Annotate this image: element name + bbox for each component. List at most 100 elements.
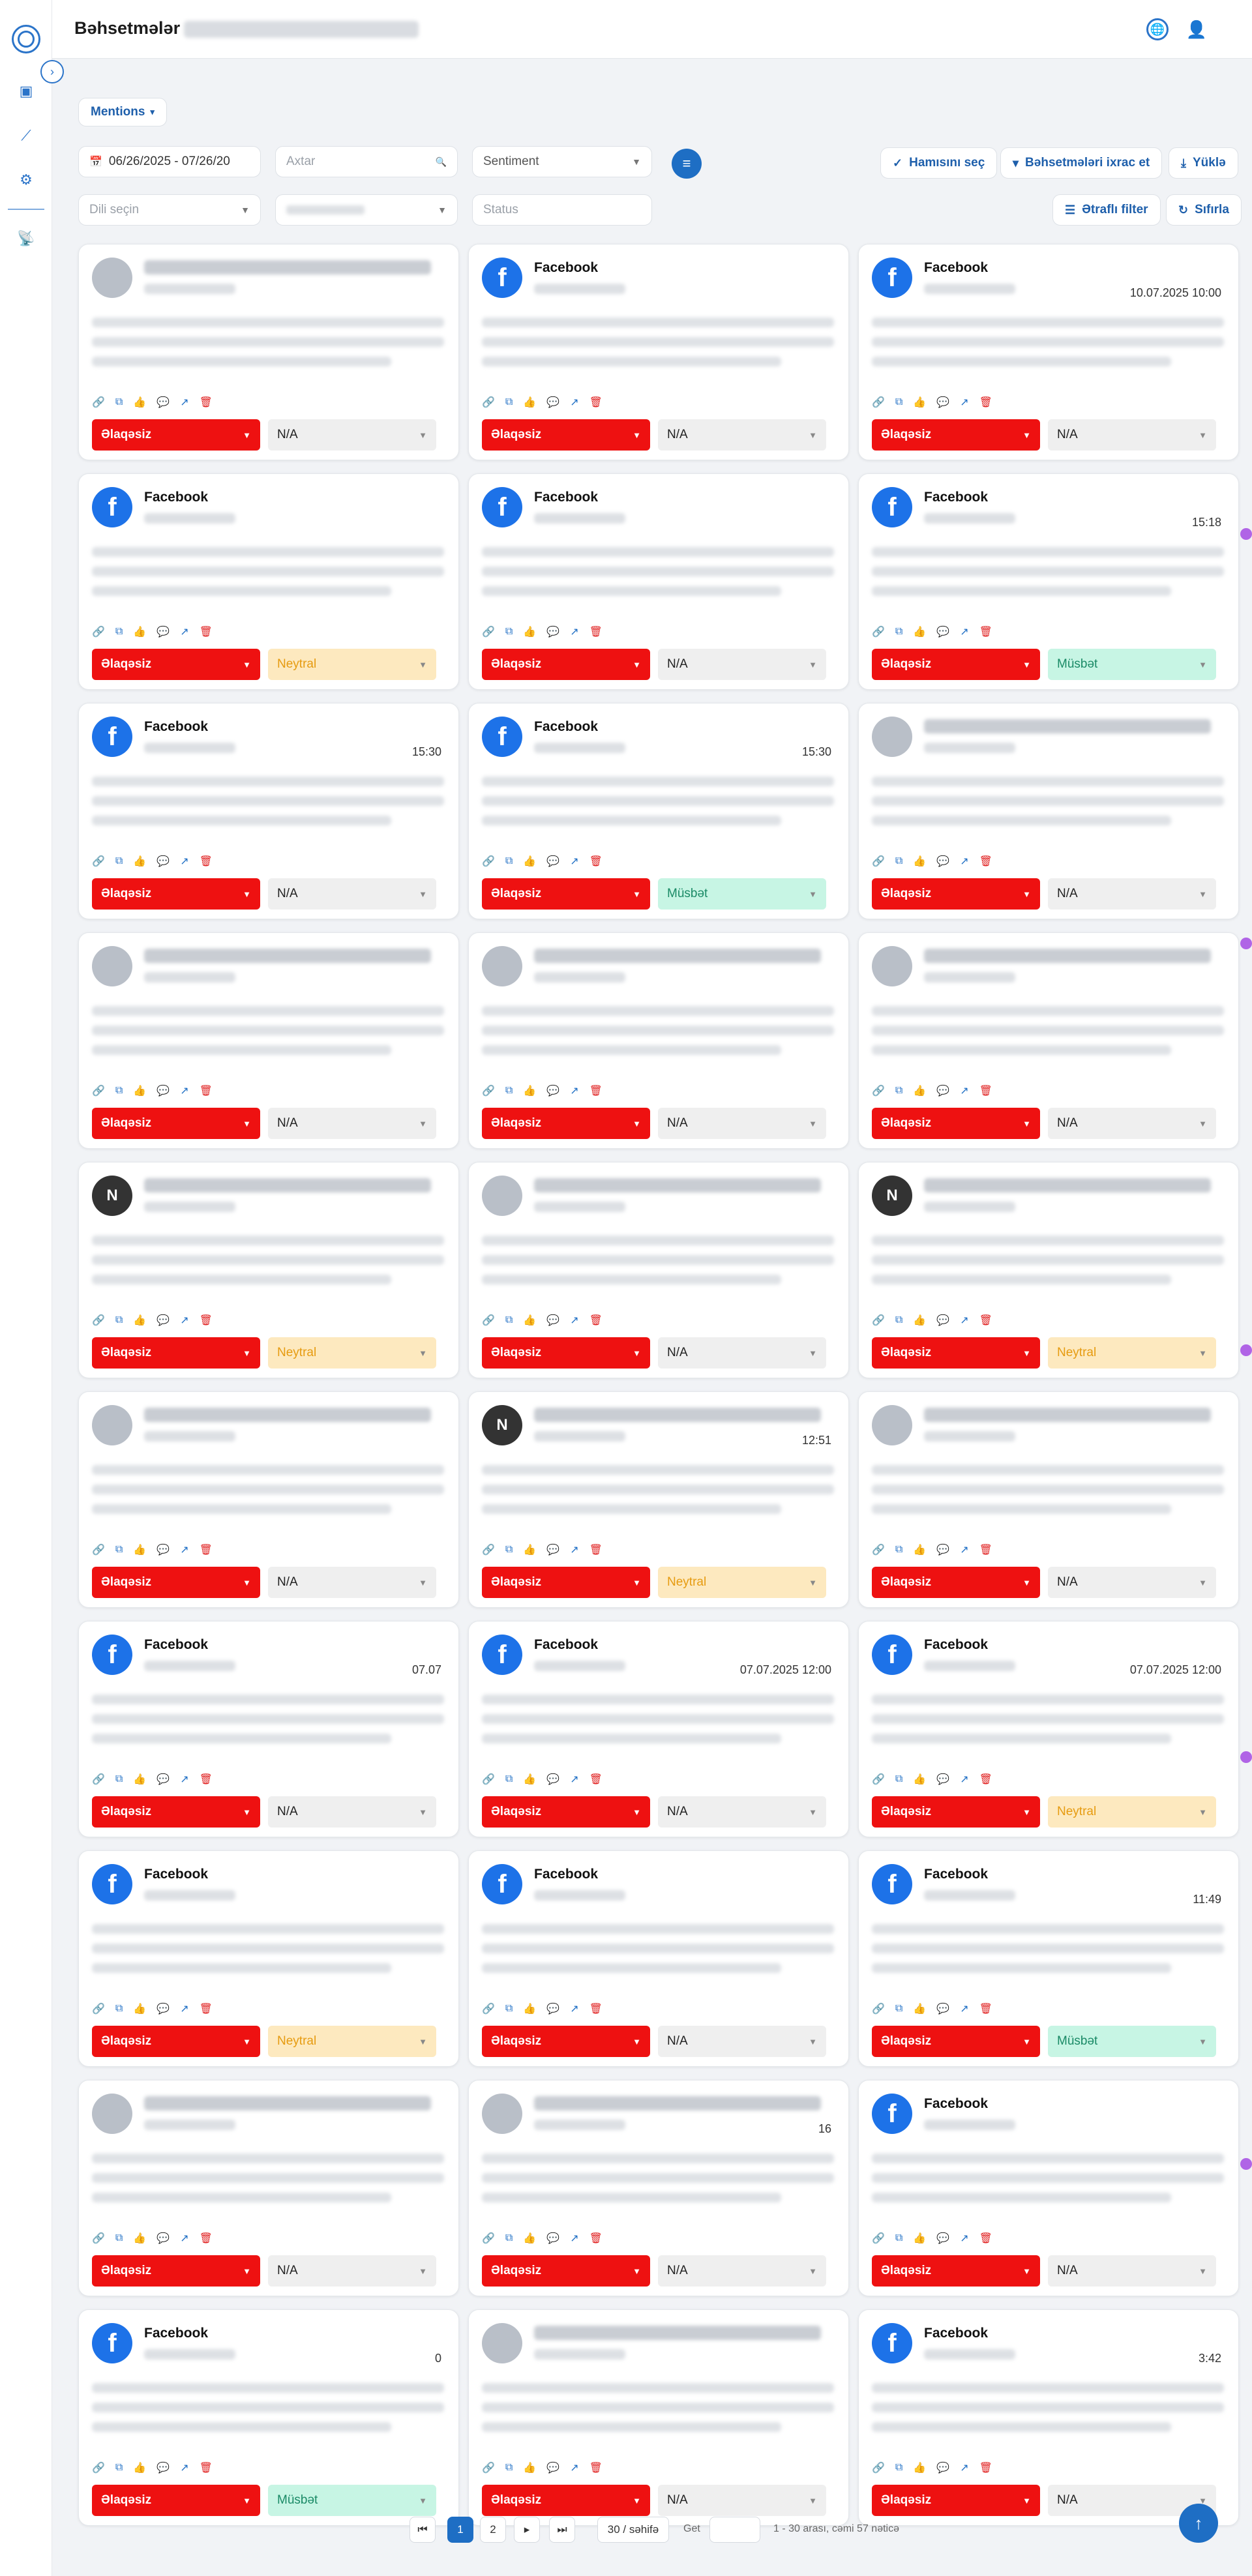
like-icon[interactable]: 👍	[913, 2002, 926, 2015]
comment-icon[interactable]: 💬	[546, 396, 559, 409]
comment-icon[interactable]: 💬	[156, 625, 170, 638]
link-icon[interactable]: 🔗	[92, 1543, 105, 1556]
relevance-select[interactable]: Əlaqəsiz ▼	[872, 878, 1040, 910]
relevance-select[interactable]: Əlaqəsiz ▼	[482, 2026, 650, 2057]
page-1-button[interactable]: 1	[447, 2517, 473, 2543]
sentiment-select[interactable]: N/A ▼	[1048, 878, 1216, 910]
trash-icon[interactable]: 🗑	[979, 1543, 992, 1556]
share-icon[interactable]: ↗	[960, 1314, 968, 1327]
relevance-select[interactable]: Əlaqəsiz ▼	[92, 2255, 260, 2287]
comment-icon[interactable]: 💬	[156, 2232, 170, 2245]
mention-card[interactable]: 🔗 ⧉ 👍 💬 ↗ 🗑 Əlaqəsiz ▼ N/A ▼	[858, 1391, 1239, 1608]
sentiment-select[interactable]: Neytral ▼	[1048, 1796, 1216, 1828]
link-icon[interactable]: 🔗	[482, 2461, 495, 2474]
relevance-select[interactable]: Əlaqəsiz ▼	[482, 1567, 650, 1598]
mentions-dropdown[interactable]: Mentions ▾	[78, 98, 167, 126]
sentiment-select[interactable]: Müsbət ▼	[658, 878, 826, 910]
relevance-select[interactable]: Əlaqəsiz ▼	[482, 649, 650, 680]
comment-icon[interactable]: 💬	[546, 2002, 559, 2015]
like-icon[interactable]: 👍	[523, 1773, 536, 1786]
relevance-select[interactable]: Əlaqəsiz ▼	[872, 1796, 1040, 1828]
trash-icon[interactable]: 🗑	[589, 1543, 603, 1556]
mention-card[interactable]: f Facebook 15:30 🔗 ⧉ 👍 💬 ↗ 🗑 Əlaqəsiz ▼ Müsbət ▼	[468, 703, 849, 919]
relevance-select[interactable]: Əlaqəsiz ▼	[482, 1108, 650, 1139]
mention-card[interactable]: 🔗 ⧉ 👍 💬 ↗ 🗑 Əlaqəsiz ▼ N/A ▼	[468, 2309, 849, 2526]
advanced-filter-button[interactable]: ☰ Ətraflı filter	[1052, 194, 1161, 226]
mention-card[interactable]: 🔗 ⧉ 👍 💬 ↗ 🗑 Əlaqəsiz ▼ N/A ▼	[858, 703, 1239, 919]
link-icon[interactable]: 🔗	[92, 2232, 105, 2245]
share-icon[interactable]: ↗	[960, 2002, 968, 2015]
first-page-button[interactable]: ⏮	[410, 2517, 436, 2543]
settings-icon[interactable]: ⚙	[17, 171, 35, 189]
share-icon[interactable]: ↗	[960, 396, 968, 409]
trash-icon[interactable]: 🗑	[589, 625, 603, 638]
share-icon[interactable]: ↗	[570, 855, 578, 868]
link-icon[interactable]: 🔗	[872, 2232, 885, 2245]
copy-icon[interactable]: ⧉	[505, 1085, 513, 1097]
link-icon[interactable]: 🔗	[92, 1084, 105, 1097]
trash-icon[interactable]: 🗑	[979, 1314, 992, 1327]
search-input[interactable]: Axtar 🔍	[275, 146, 458, 177]
comment-icon[interactable]: 💬	[936, 855, 949, 868]
sentiment-select[interactable]: N/A ▼	[268, 878, 436, 910]
sentiment-select[interactable]: N/A ▼	[658, 2255, 826, 2287]
comment-icon[interactable]: 💬	[156, 1084, 170, 1097]
like-icon[interactable]: 👍	[523, 855, 536, 868]
link-icon[interactable]: 🔗	[482, 1543, 495, 1556]
mention-card[interactable]: 🔗 ⧉ 👍 💬 ↗ 🗑 Əlaqəsiz ▼ N/A ▼	[78, 932, 459, 1149]
share-icon[interactable]: ↗	[180, 625, 188, 638]
link-icon[interactable]: 🔗	[872, 1314, 885, 1327]
like-icon[interactable]: 👍	[133, 2461, 146, 2474]
like-icon[interactable]: 👍	[913, 2232, 926, 2245]
relevance-select[interactable]: Əlaqəsiz ▼	[92, 878, 260, 910]
trash-icon[interactable]: 🗑	[589, 2002, 603, 2015]
trash-icon[interactable]: 🗑	[589, 396, 603, 409]
user-icon[interactable]: 👤	[1185, 18, 1208, 40]
like-icon[interactable]: 👍	[913, 855, 926, 868]
copy-icon[interactable]: ⧉	[895, 1544, 902, 1556]
mention-card[interactable]: 🔗 ⧉ 👍 💬 ↗ 🗑 Əlaqəsiz ▼ N/A ▼	[78, 2080, 459, 2296]
copy-icon[interactable]: ⧉	[505, 396, 513, 408]
copy-icon[interactable]: ⧉	[505, 2003, 513, 2015]
sentiment-select[interactable]: Neytral ▼	[268, 649, 436, 680]
relevance-select[interactable]: Əlaqəsiz ▼	[92, 2026, 260, 2057]
relevance-select[interactable]: Əlaqəsiz ▼	[92, 2485, 260, 2516]
mention-card[interactable]: f Facebook 3:42 🔗 ⧉ 👍 💬 ↗ 🗑 Əlaqəsiz ▼ N/A ▼	[858, 2309, 1239, 2526]
share-icon[interactable]: ↗	[180, 2232, 188, 2245]
comment-icon[interactable]: 💬	[936, 1543, 949, 1556]
trash-icon[interactable]: 🗑	[979, 1773, 992, 1786]
copy-icon[interactable]: ⧉	[895, 855, 902, 867]
comment-icon[interactable]: 💬	[936, 1314, 949, 1327]
mention-card[interactable]: 🔗 ⧉ 👍 💬 ↗ 🗑 Əlaqəsiz ▼ N/A ▼	[468, 1162, 849, 1378]
side-marker[interactable]	[1240, 528, 1252, 540]
trash-icon[interactable]: 🗑	[589, 1084, 603, 1097]
side-marker[interactable]	[1240, 1344, 1252, 1356]
trash-icon[interactable]: 🗑	[200, 2232, 213, 2245]
sentiment-select[interactable]: N/A ▼	[658, 1108, 826, 1139]
copy-icon[interactable]: ⧉	[115, 2003, 123, 2015]
relevance-select[interactable]: Əlaqəsiz ▼	[482, 1796, 650, 1828]
comment-icon[interactable]: 💬	[156, 396, 170, 409]
share-icon[interactable]: ↗	[570, 2461, 578, 2474]
copy-icon[interactable]: ⧉	[895, 1773, 902, 1785]
share-icon[interactable]: ↗	[180, 1543, 188, 1556]
copy-icon[interactable]: ⧉	[505, 1544, 513, 1556]
like-icon[interactable]: 👍	[523, 1314, 536, 1327]
link-icon[interactable]: 🔗	[92, 396, 105, 409]
trash-icon[interactable]: 🗑	[979, 2002, 992, 2015]
status-input[interactable]: Status	[472, 194, 652, 226]
dashboard-icon[interactable]: ▣	[17, 82, 35, 100]
trash-icon[interactable]: 🗑	[589, 2461, 603, 2474]
scroll-to-top-button[interactable]: ↑	[1179, 2504, 1218, 2543]
link-icon[interactable]: 🔗	[482, 2002, 495, 2015]
comment-icon[interactable]: 💬	[156, 1314, 170, 1327]
copy-icon[interactable]: ⧉	[505, 2462, 513, 2474]
sentiment-select[interactable]: N/A ▼	[658, 2485, 826, 2516]
comment-icon[interactable]: 💬	[936, 2002, 949, 2015]
language-globe-icon[interactable]: 🌐	[1146, 18, 1169, 40]
link-icon[interactable]: 🔗	[482, 855, 495, 868]
relevance-select[interactable]: Əlaqəsiz ▼	[872, 2485, 1040, 2516]
side-marker[interactable]	[1240, 1751, 1252, 1763]
sentiment-select[interactable]: N/A ▼	[268, 2255, 436, 2287]
mention-card[interactable]: f Facebook 0 🔗 ⧉ 👍 💬 ↗ 🗑 Əlaqəsiz ▼ Müsbət ▼	[78, 2309, 459, 2526]
